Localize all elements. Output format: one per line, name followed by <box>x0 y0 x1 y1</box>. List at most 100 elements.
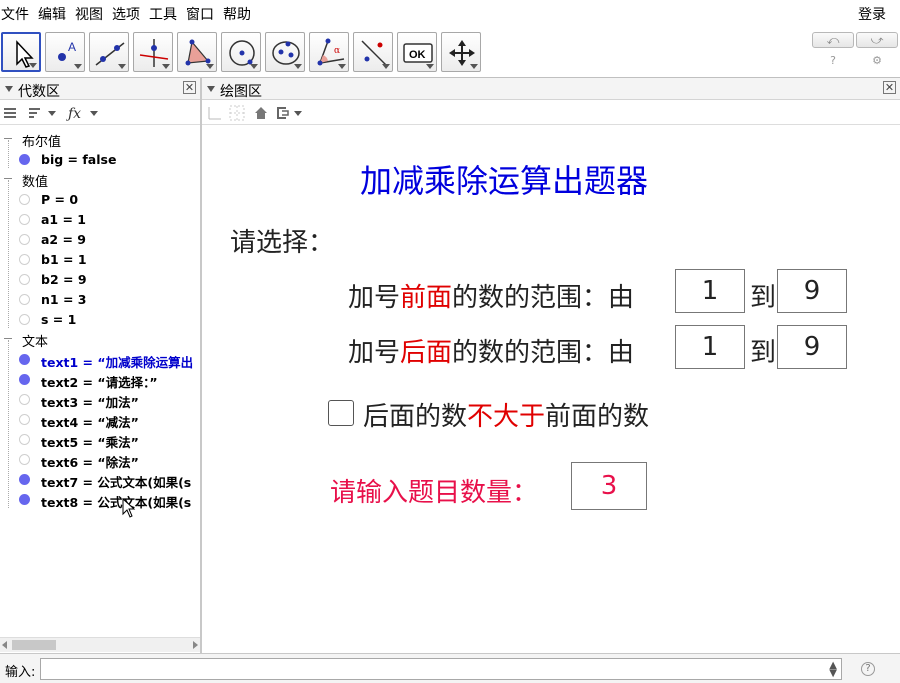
algebra-list: 布尔值 big = false 数值 P = 0 a1 = 1 a2 = 9 b… <box>0 128 200 636</box>
list-item[interactable]: a1 = 1 <box>0 209 200 229</box>
visibility-toggle[interactable] <box>19 214 30 225</box>
algebra-close-icon[interactable]: ✕ <box>183 81 196 94</box>
list-item[interactable]: a2 = 9 <box>0 229 200 249</box>
settings-gear-icon[interactable]: ⚙ <box>870 54 884 67</box>
list-item[interactable]: text6 = “除法” <box>0 449 200 469</box>
list-item[interactable]: n1 = 3 <box>0 289 200 309</box>
formula-fx-icon[interactable]: ƒx <box>66 104 102 122</box>
list-item[interactable]: b1 = 1 <box>0 249 200 269</box>
category-text[interactable]: 文本 <box>0 329 200 350</box>
range2-to-input[interactable]: 9 <box>777 325 847 369</box>
menu-options[interactable]: 选项 <box>112 4 140 24</box>
perpendicular-tool[interactable] <box>133 32 173 72</box>
category-boolean-label: 布尔值 <box>22 135 62 150</box>
angle-tool[interactable]: α <box>309 32 349 72</box>
panel-collapse-icon[interactable] <box>207 86 215 92</box>
graphics-close-icon[interactable]: ✕ <box>883 81 896 94</box>
range2-to-label: 到 <box>750 338 777 368</box>
algebra-subtoolbar: ƒx <box>0 101 200 125</box>
visibility-toggle[interactable] <box>19 494 30 505</box>
sort-by-icon[interactable] <box>28 106 60 120</box>
input-bar: 输入: ▲ ▼ ? <box>0 653 900 683</box>
menu-help[interactable]: 帮助 <box>223 4 251 24</box>
panel-collapse-icon[interactable] <box>5 86 13 92</box>
menu-file[interactable]: 文件 <box>1 4 29 24</box>
point-capturing-icon[interactable] <box>274 105 306 121</box>
point-tool[interactable]: A <box>45 32 85 72</box>
home-icon[interactable] <box>253 105 269 121</box>
circle-tool[interactable] <box>221 32 261 72</box>
list-item[interactable]: text4 = “减法” <box>0 409 200 429</box>
list-item[interactable]: text8 = 公式文本(如果(s <box>0 489 200 509</box>
redo-button[interactable]: ⤻ <box>856 32 898 48</box>
range1-from-input[interactable]: 1 <box>675 269 745 313</box>
visibility-toggle[interactable] <box>19 414 30 425</box>
visibility-toggle[interactable] <box>19 314 30 325</box>
list-item[interactable]: text5 = “乘法” <box>0 429 200 449</box>
visibility-toggle[interactable] <box>19 254 30 265</box>
visibility-toggle[interactable] <box>19 194 30 205</box>
toggle-grid-icon[interactable] <box>229 105 245 121</box>
range2-label: 加号后面的数的范围：由 <box>348 338 635 368</box>
visibility-toggle[interactable] <box>19 454 30 465</box>
visibility-toggle[interactable] <box>19 294 30 305</box>
undo-button[interactable]: ⤺ <box>812 32 854 48</box>
input-history-icon[interactable]: ▲ ▼ <box>829 661 837 679</box>
not-greater-checkbox[interactable] <box>328 400 354 426</box>
list-item[interactable]: text1 = “加减乘除运算出 <box>0 349 200 369</box>
algebra-panel-title: 代数区 <box>18 84 60 100</box>
mouse-cursor-icon <box>122 498 136 518</box>
range2-highlight: 后面 <box>400 338 453 368</box>
input-help-icon[interactable]: ? <box>861 662 875 676</box>
menu-view[interactable]: 视图 <box>75 4 103 24</box>
list-item[interactable]: text7 = 公式文本(如果(s <box>0 469 200 489</box>
range1-to-label: 到 <box>750 283 777 313</box>
list-item[interactable]: big = false <box>0 149 200 169</box>
visibility-toggle[interactable] <box>19 234 30 245</box>
command-input[interactable]: ▲ ▼ <box>40 658 842 680</box>
visibility-toggle[interactable] <box>19 354 30 365</box>
list-item[interactable]: text3 = “加法” <box>0 389 200 409</box>
visibility-toggle[interactable] <box>19 274 30 285</box>
toolbar: A α OK ⤺ ⤻ ? ⚙ <box>0 26 900 78</box>
help-icon[interactable]: ? <box>826 54 840 67</box>
visibility-toggle[interactable] <box>19 474 30 485</box>
visibility-toggle[interactable] <box>19 154 30 165</box>
ok-tool[interactable]: OK <box>397 32 437 72</box>
menu-window[interactable]: 窗口 <box>186 4 214 24</box>
visibility-toggle[interactable] <box>19 394 30 405</box>
move-tool[interactable] <box>1 32 41 72</box>
list-item[interactable]: text2 = “请选择：” <box>0 369 200 389</box>
range1-highlight: 前面 <box>400 283 453 313</box>
visibility-toggle[interactable] <box>19 434 30 445</box>
question-count-label: 请输入题目数量： <box>330 478 539 508</box>
svg-text:α: α <box>334 46 340 56</box>
scroll-right-icon[interactable] <box>193 641 198 649</box>
range2-from-input[interactable]: 1 <box>675 325 745 369</box>
line-tool[interactable] <box>89 32 129 72</box>
reflect-tool[interactable] <box>353 32 393 72</box>
show-auxiliary-icon[interactable] <box>3 106 17 120</box>
polygon-tool[interactable] <box>177 32 217 72</box>
move-graphics-tool[interactable] <box>441 32 481 72</box>
algebra-horizontal-scrollbar[interactable] <box>0 637 200 652</box>
menu-tools[interactable]: 工具 <box>149 4 177 24</box>
graphics-canvas[interactable]: 加减乘除运算出题器 请选择： 加号前面的数的范围：由 1 到 9 加号后面的数的… <box>202 126 900 653</box>
scrollbar-thumb[interactable] <box>12 640 56 650</box>
range1-to-input[interactable]: 9 <box>777 269 847 313</box>
menu-edit[interactable]: 编辑 <box>38 4 66 24</box>
conic-tool[interactable] <box>265 32 305 72</box>
graphics-subtoolbar <box>202 101 900 125</box>
scroll-left-icon[interactable] <box>2 641 7 649</box>
toggle-axes-icon[interactable] <box>207 105 223 121</box>
question-count-input[interactable]: 3 <box>571 462 647 510</box>
svg-text:OK: OK <box>409 49 426 61</box>
category-number[interactable]: 数值 <box>0 169 200 190</box>
category-boolean[interactable]: 布尔值 <box>0 129 200 150</box>
range1-label: 加号前面的数的范围：由 <box>348 283 635 313</box>
list-item[interactable]: b2 = 9 <box>0 269 200 289</box>
visibility-toggle[interactable] <box>19 374 30 385</box>
list-item[interactable]: P = 0 <box>0 189 200 209</box>
login-button[interactable]: 登录 <box>858 4 886 24</box>
list-item[interactable]: s = 1 <box>0 309 200 329</box>
